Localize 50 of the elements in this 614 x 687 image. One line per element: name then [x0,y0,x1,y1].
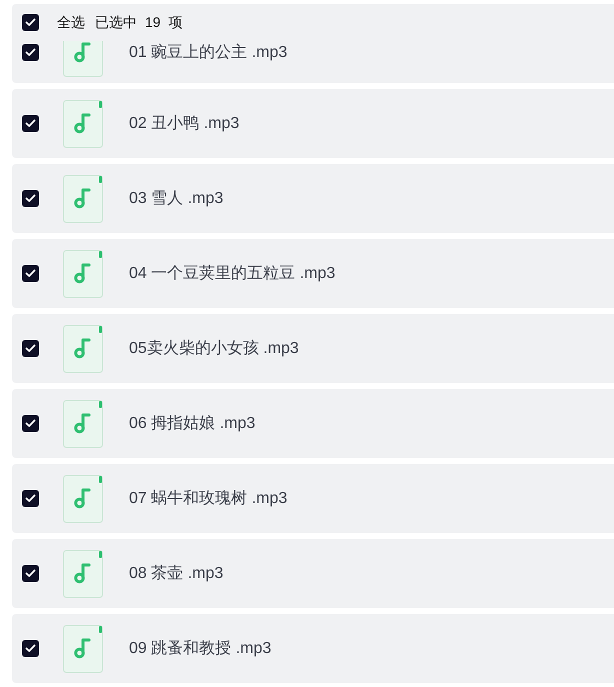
file-name: 08 茶壶 .mp3 [129,564,224,584]
file-name: 04 一个豆荚里的五粒豆 .mp3 [129,264,336,284]
checkbox[interactable] [22,14,39,31]
checkbox[interactable] [22,44,39,61]
check-icon [25,48,36,57]
check-icon [25,269,36,278]
selected-label: 已选中 [95,13,137,32]
file-row[interactable]: 04 一个豆荚里的五粒豆 .mp3 [12,239,614,308]
checkbox[interactable] [22,340,39,357]
music-file-icon [63,624,103,672]
selected-count: 19 [145,13,161,32]
file-row[interactable]: 01 豌豆上的公主 .mp3 [12,41,614,83]
file-name: 09 跳蚤和教授 .mp3 [129,638,272,658]
music-file-icon [63,250,103,298]
file-row[interactable]: 07 蜗牛和玫瑰树 .mp3 [12,464,614,533]
checkbox[interactable] [22,190,39,207]
check-icon [25,18,36,27]
file-row[interactable]: 02 丑小鸭 .mp3 [12,89,614,158]
checkbox[interactable] [22,640,39,657]
music-file-icon [63,400,103,448]
file-name: 01 豌豆上的公主 .mp3 [129,42,288,62]
checkbox[interactable] [22,415,39,432]
checkbox[interactable] [22,490,39,507]
file-row[interactable]: 05卖火柴的小女孩 .mp3 [12,314,614,383]
music-file-icon [63,324,103,372]
check-icon [25,119,36,128]
file-row[interactable]: 06 拇指姑娘 .mp3 [12,389,614,458]
check-icon [25,419,36,428]
check-icon [25,569,36,578]
checkbox[interactable] [22,265,39,282]
music-file-icon [63,174,103,222]
file-name: 05卖火柴的小女孩 .mp3 [129,338,299,358]
count-unit: 项 [168,13,183,32]
check-icon [25,194,36,203]
file-row[interactable]: 08 茶壶 .mp3 [12,539,614,608]
select-all-label: 全选 [57,13,85,32]
music-file-icon [63,474,103,522]
checkbox[interactable] [22,565,39,582]
checkbox[interactable] [22,115,39,132]
check-icon [25,494,36,503]
music-file-icon [63,100,103,148]
file-row[interactable]: 03 雪人 .mp3 [12,164,614,233]
check-icon [25,344,36,353]
check-icon [25,644,36,653]
file-name: 06 拇指姑娘 .mp3 [129,414,256,434]
music-file-icon [63,550,103,598]
file-row[interactable]: 09 跳蚤和教授 .mp3 [12,614,614,683]
file-name: 03 雪人 .mp3 [129,188,224,208]
file-name: 02 丑小鸭 .mp3 [129,114,240,134]
file-name: 07 蜗牛和玫瑰树 .mp3 [129,488,288,508]
